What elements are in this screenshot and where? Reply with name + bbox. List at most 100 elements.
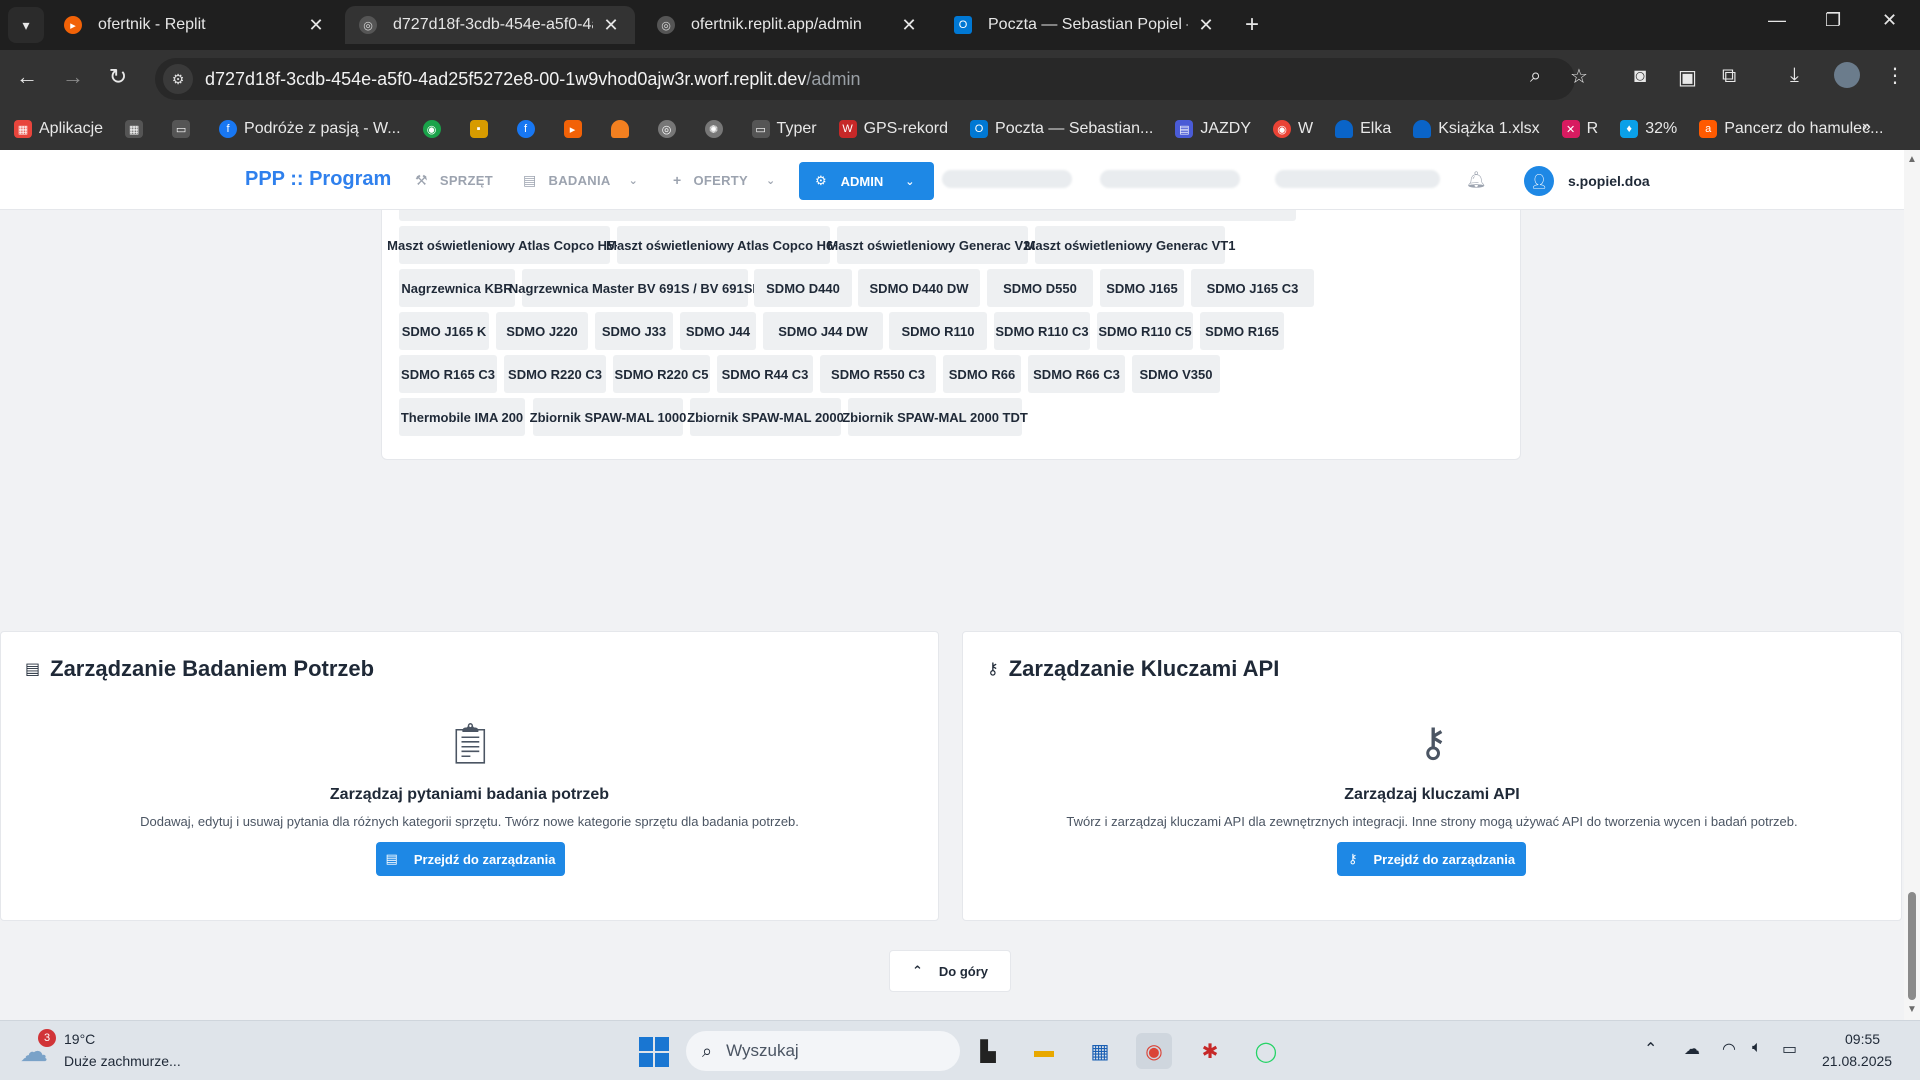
nav-badania[interactable]: ▤ BADANIA ⌄ — [523, 172, 638, 189]
camera-icon[interactable]: ◙ — [1634, 65, 1646, 88]
battery-icon[interactable]: ▭ — [1782, 1039, 1797, 1059]
equipment-chip[interactable]: SDMO R44 C3 — [717, 355, 813, 393]
equipment-chip[interactable]: SDMO R66 — [943, 355, 1021, 393]
bookmark-globe[interactable]: ◎ — [657, 120, 683, 138]
file-explorer-icon[interactable]: ▬ — [1026, 1033, 1062, 1069]
tab-search-button[interactable]: ▾ — [8, 7, 44, 43]
bookmark-star-icon[interactable]: ☆ — [1570, 64, 1588, 89]
onedrive-tray-icon[interactable]: ☁ — [1684, 1039, 1700, 1059]
bookmark-ksiazka[interactable]: Książka 1.xlsx — [1413, 120, 1540, 138]
equipment-chip[interactable]: SDMO D550 — [987, 269, 1093, 307]
app-red-icon[interactable]: ✱ — [1192, 1033, 1228, 1069]
equipment-chip[interactable]: Nagrzewnica KBR — [399, 269, 515, 307]
equipment-chip[interactable]: SDMO R220 C5 — [613, 355, 710, 393]
user-avatar-icon[interactable]: 👤︎ — [1524, 166, 1554, 196]
to-top-button[interactable]: ⌃ Do góry — [889, 950, 1011, 992]
close-tab-icon[interactable]: ✕ — [899, 15, 919, 36]
bookmark-replit[interactable]: ▸ — [563, 120, 589, 138]
equipment-chip[interactable]: Zbiornik SPAW-MAL 1000 — [530, 398, 686, 436]
menu-kebab-icon[interactable]: ⋮ — [1885, 63, 1905, 88]
bookmark-elka[interactable]: Elka — [1335, 120, 1391, 138]
volume-icon[interactable]: 🔈︎ — [1752, 1039, 1762, 1057]
bookmark-folder[interactable]: ▭ — [172, 120, 197, 138]
scrollbar-thumb[interactable] — [1908, 892, 1916, 1000]
bookmark-podroze[interactable]: f Podróże z pasją - W... — [219, 120, 401, 138]
equipment-chip[interactable]: SDMO R110 C5 — [1097, 312, 1193, 350]
equipment-chip[interactable]: SDMO R165 — [1200, 312, 1284, 350]
task-view-icon[interactable]: ▙ — [970, 1033, 1006, 1069]
show-hidden-icons-icon[interactable]: ⌃ — [1644, 1039, 1657, 1059]
bookmark-openai[interactable]: ✺ — [704, 120, 730, 138]
bookmark-jazdy[interactable]: ▤ JAZDY — [1175, 120, 1251, 138]
weather-condition[interactable]: Duże zachmurze... — [64, 1053, 181, 1069]
zoom-icon[interactable]: ⌕ — [1530, 65, 1541, 88]
bookmark-green[interactable]: ◉ — [422, 120, 448, 138]
brand-logo[interactable]: PPP :: Program — [245, 168, 391, 191]
equipment-chip[interactable]: Maszt oświetleniowy Atlas Copco H5+ — [387, 226, 622, 264]
equipment-chip[interactable]: SDMO D440 — [754, 269, 852, 307]
url-text[interactable]: d727d18f-3cdb-454e-a5f0-4ad25f5272e8-00-… — [205, 69, 860, 90]
bookmark-r[interactable]: ✕ R — [1561, 120, 1598, 138]
bell-icon[interactable]: 🔔︎ — [1466, 170, 1486, 190]
needs-research-manage-button[interactable]: ▤ Przejdź do zarządzania — [376, 842, 565, 876]
equipment-chip[interactable]: SDMO J165 C3 — [1191, 269, 1314, 307]
nav-admin[interactable]: ⚙ ADMIN ⌄ — [799, 162, 934, 200]
equipment-chip[interactable]: Zbiornik SPAW-MAL 2000 TDT — [842, 398, 1028, 436]
equipment-chip[interactable]: SDMO R165 C3 — [399, 355, 497, 393]
reload-icon[interactable]: ↻ — [103, 64, 133, 90]
whatsapp-icon[interactable]: ◯ — [1248, 1033, 1284, 1069]
equipment-chip[interactable]: SDMO J33 — [595, 312, 673, 350]
bookmark-facebook[interactable]: f — [516, 120, 542, 138]
close-tab-icon[interactable]: ✕ — [1196, 15, 1216, 36]
bookmark-32[interactable]: ♦ 32% — [1620, 120, 1677, 138]
extensions-icon[interactable]: ⧉ — [1722, 65, 1736, 88]
bookmark-cloudflare[interactable] — [610, 120, 636, 138]
restore-icon[interactable]: ❐ — [1825, 10, 1841, 31]
clock-time[interactable]: 09:55 — [1845, 1031, 1880, 1047]
equipment-chip[interactable]: Zbiornik SPAW-MAL 2000 — [687, 398, 844, 436]
bookmark-gps-rekord[interactable]: W GPS-rekord — [838, 120, 948, 138]
tab-dev-preview[interactable]: ◎ d727d18f-3cdb-454e-a5f0-4ad ✕ — [345, 6, 635, 44]
scroll-down-icon[interactable]: ▼ — [1907, 1004, 1917, 1015]
tab-poczta[interactable]: O Poczta — Sebastian Popiel — O ✕ — [940, 6, 1230, 44]
equipment-chip[interactable]: SDMO R110 — [889, 312, 987, 350]
equipment-chip[interactable]: SDMO V350 — [1132, 355, 1220, 393]
equipment-chip[interactable]: SDMO R550 C3 — [820, 355, 936, 393]
download-icon[interactable]: ⤓ — [1790, 64, 1799, 87]
equipment-chip[interactable]: SDMO J220 — [496, 312, 588, 350]
equipment-chip[interactable]: SDMO D440 DW — [858, 269, 980, 307]
close-window-icon[interactable]: ✕ — [1882, 10, 1897, 31]
close-tab-icon[interactable]: ✕ — [306, 15, 326, 36]
username[interactable]: s.popiel.doa — [1568, 173, 1650, 189]
equipment-chip[interactable]: SDMO J44 — [680, 312, 756, 350]
equipment-chip[interactable]: SDMO R110 C3 — [994, 312, 1090, 350]
nav-oferty[interactable]: + OFERTY ⌄ — [673, 172, 776, 188]
equipment-chip[interactable]: SDMO J165 K — [399, 312, 489, 350]
equipment-chip[interactable]: SDMO R66 C3 — [1028, 355, 1125, 393]
equipment-chip[interactable]: SDMO R220 C3 — [504, 355, 606, 393]
store-icon[interactable]: ▦ — [1082, 1033, 1118, 1069]
new-tab-button[interactable]: + — [1245, 11, 1259, 39]
bookmark-pancerz[interactable]: a Pancerz do hamulec... — [1699, 120, 1883, 138]
equipment-chip[interactable]: Maszt oświetleniowy Generac VT1 — [1025, 226, 1235, 264]
equipment-chip[interactable]: Thermobile IMA 200 — [399, 398, 525, 436]
profile-avatar-icon[interactable] — [1834, 62, 1860, 88]
extension-badge-icon[interactable]: ▣ — [1678, 65, 1697, 90]
site-info-icon[interactable]: ⚙ — [163, 64, 193, 94]
bookmark-typer[interactable]: ▭ Typer — [751, 120, 817, 138]
bookmark-aplikacje[interactable]: ▦ Aplikacje — [14, 120, 103, 138]
scroll-up-icon[interactable]: ▲ — [1907, 154, 1917, 165]
minimize-icon[interactable]: — — [1768, 10, 1786, 31]
start-button[interactable] — [639, 1037, 669, 1067]
forward-icon[interactable]: → — [58, 64, 88, 90]
tab-ofertnik-admin[interactable]: ◎ ofertnik.replit.app/admin ✕ — [643, 6, 933, 44]
bookmark-toolbox[interactable]: ▪ — [469, 120, 495, 138]
more-bookmarks-icon[interactable]: » — [1862, 118, 1871, 136]
nav-sprzet[interactable]: ⚒ SPRZĘT — [415, 172, 493, 189]
equipment-chip[interactable]: SDMO J165 — [1100, 269, 1184, 307]
equipment-chip[interactable]: Nagrzewnica Master BV 691S / BV 691SE — [509, 269, 761, 307]
close-tab-icon[interactable]: ✕ — [601, 15, 621, 36]
bookmark-w[interactable]: ◉ W — [1273, 120, 1313, 138]
weather-temperature[interactable]: 19°C — [64, 1031, 95, 1047]
api-keys-manage-button[interactable]: ⚷ Przejdź do zarządzania — [1337, 842, 1526, 876]
